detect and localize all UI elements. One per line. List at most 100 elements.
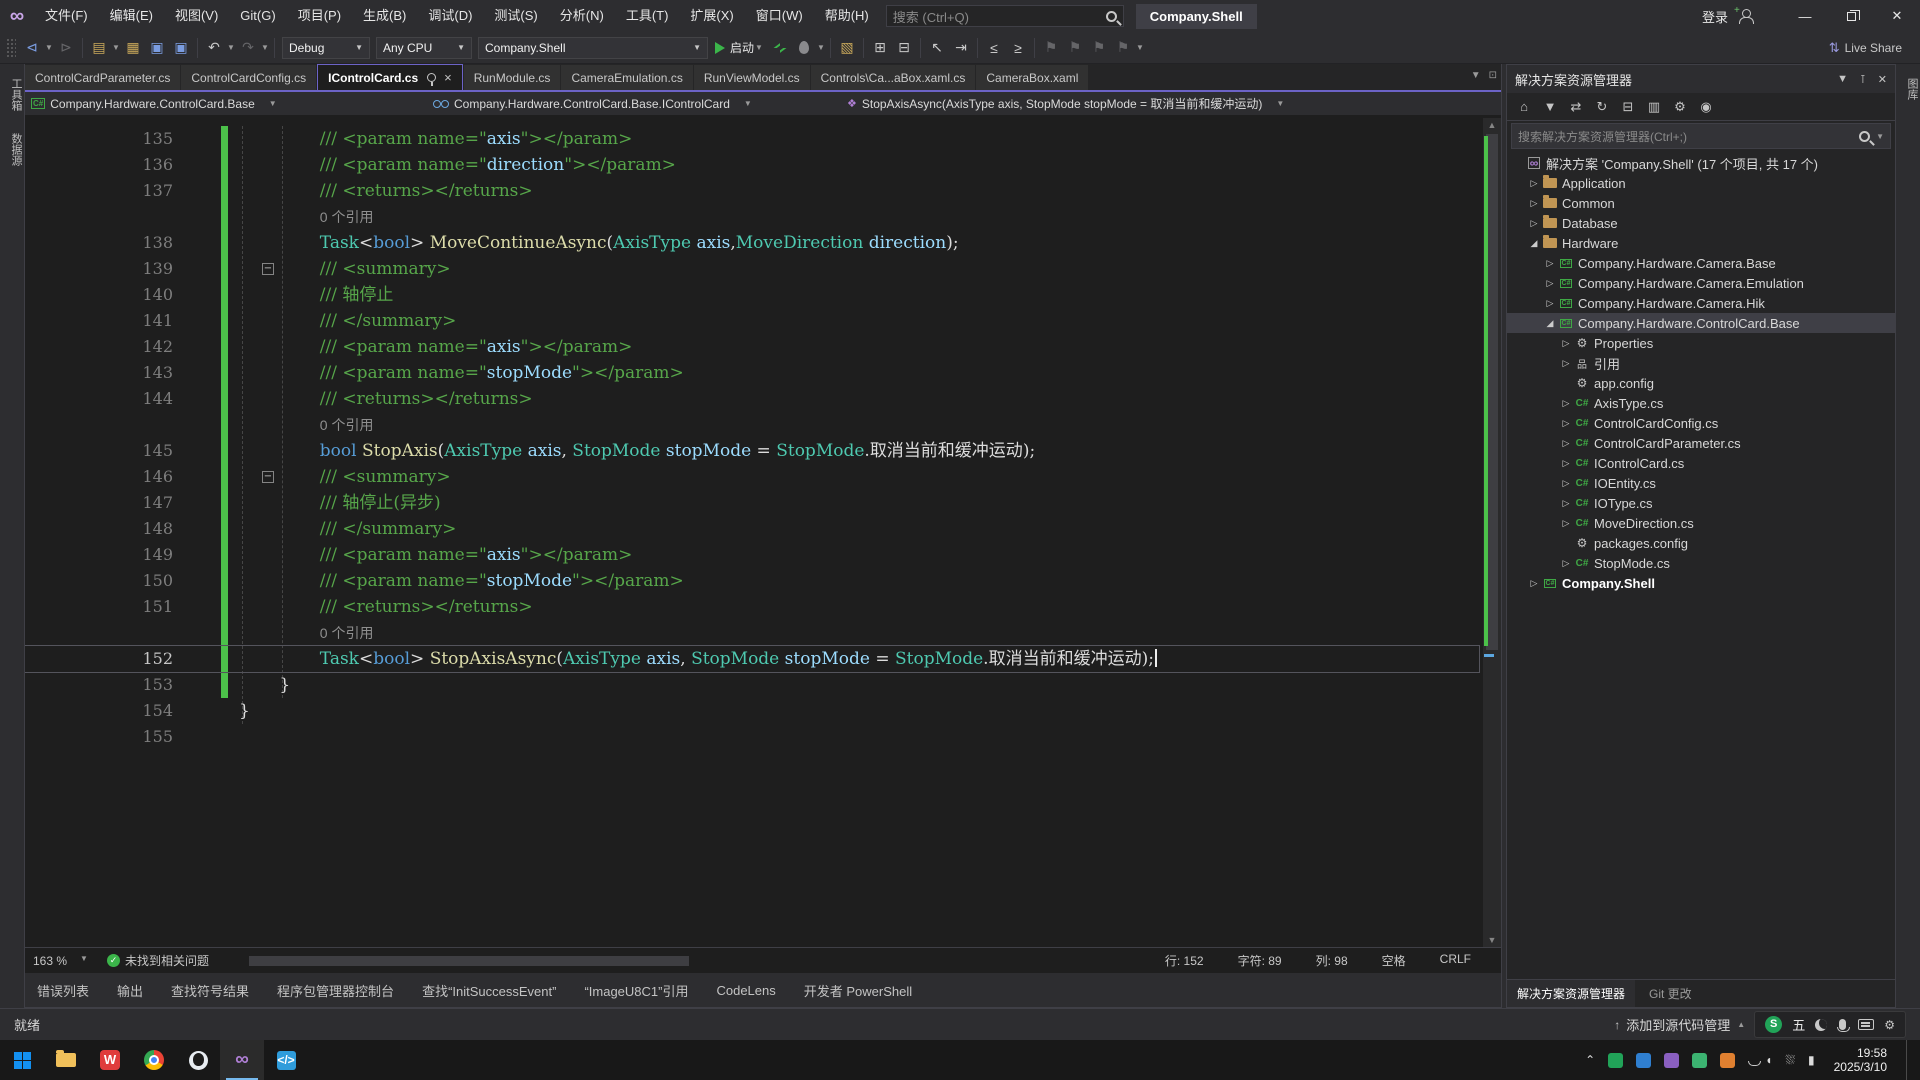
wps-icon[interactable]: W [88,1040,132,1080]
clear-bookmarks-icon[interactable]: ⚑ [1111,36,1135,60]
expander-icon[interactable]: ◢ [1527,238,1541,249]
editor-tab[interactable]: CameraBox.xaml [976,65,1088,90]
code-line[interactable]: 151/// <returns></returns> [25,594,1479,620]
switch-views-icon[interactable]: ⌂ [1513,96,1535,118]
menu-item[interactable]: 扩展(X) [679,0,744,32]
tree-item[interactable]: ▷C#StopMode.cs [1507,553,1895,573]
menu-item[interactable]: 调试(D) [417,0,483,32]
tree-item[interactable]: ∞解决方案 'Company.Shell' (17 个项目, 共 17 个) [1507,153,1895,173]
menu-item[interactable]: 编辑(E) [99,0,164,32]
show-desktop-button[interactable] [1906,1040,1910,1080]
expander-icon[interactable]: ▷ [1559,478,1573,489]
code-line[interactable]: 153} [25,672,1479,698]
tree-item[interactable]: ▷品引用 [1507,353,1895,373]
menu-item[interactable]: 视图(V) [164,0,229,32]
expander-icon[interactable]: ▷ [1527,178,1541,189]
solution-platform-dropdown[interactable]: Any CPU▼ [376,37,472,59]
ime-logo-icon[interactable]: S [1765,1016,1782,1033]
qq-icon[interactable] [176,1040,220,1080]
previous-bookmark-icon[interactable]: ⚑ [1063,36,1087,60]
start-without-debugging-icon[interactable] [774,43,787,53]
ime-keyboard-icon[interactable] [1858,1019,1874,1030]
caret-char-indicator[interactable]: 字符: 89 [1238,952,1282,969]
codelens-row[interactable]: 0 个引用 [25,620,1479,646]
refresh-icon[interactable]: ↻ [1591,96,1613,118]
breadcrumb-segment[interactable]: ❖StopAxisAsync(AxisType axis, StopMode s… [841,92,1501,115]
pointer-mode-icon[interactable]: ↖ [925,36,949,60]
tree-item[interactable]: ⚙app.config [1507,373,1895,393]
tree-item[interactable]: ▷C#Company.Hardware.Camera.Base [1507,253,1895,273]
codelens-row[interactable]: 0 个引用 [25,412,1479,438]
start-debugging-button[interactable]: 启动 ▼ [711,39,768,56]
tree-item[interactable]: ▷C#AxisType.cs [1507,393,1895,413]
panel-tab[interactable]: Git 更改 [1639,980,1702,1007]
menu-item[interactable]: 窗口(W) [745,0,814,32]
save-icon[interactable]: ▣ [145,36,169,60]
caret-line-indicator[interactable]: 行: 152 [1165,952,1204,969]
solution-configuration-dropdown[interactable]: Debug▼ [282,37,370,59]
code-line[interactable]: 140/// 轴停止 [25,282,1479,308]
tree-item[interactable]: ▷C#MoveDirection.cs [1507,513,1895,533]
navigate-forward-icon[interactable]: ⊳ [54,36,78,60]
expander-icon[interactable]: ▷ [1527,198,1541,209]
tree-item[interactable]: ▷C#Company.Hardware.Camera.Emulation [1507,273,1895,293]
start-button[interactable] [0,1040,44,1080]
tray-app1-icon[interactable] [1636,1053,1651,1068]
expander-icon[interactable]: ▷ [1527,218,1541,229]
code-line[interactable]: 146−/// <summary> [25,464,1479,490]
ime-wubi-indicator[interactable]: 五 [1792,1015,1805,1034]
tree-item[interactable]: ▷C#Company.Hardware.Camera.Hik [1507,293,1895,313]
expander-icon[interactable]: ▷ [1559,358,1573,369]
breadcrumb-segment[interactable]: C#Company.Hardware.ControlCard.Base▼ [25,92,427,115]
expander-icon[interactable]: ▷ [1543,258,1557,269]
code-line[interactable]: 147/// 轴停止(异步) [25,490,1479,516]
tool-window-tab[interactable]: “ImageU8C1”引用 [584,981,688,1000]
editor-tab[interactable]: RunModule.cs [464,65,561,90]
tree-item[interactable]: ▷Application [1507,173,1895,193]
tray-app4-icon[interactable] [1720,1053,1735,1068]
line-ending-indicator[interactable]: CRLF [1440,952,1471,969]
navigate-back-dropdown-icon[interactable]: ▼ [44,43,54,52]
menu-item[interactable]: 生成(B) [352,0,417,32]
network-icon[interactable]: ⛆ [1785,1053,1795,1068]
tray-app3-icon[interactable] [1692,1053,1707,1068]
pin-icon[interactable] [427,73,436,82]
editor-horizontal-scrollbar[interactable] [249,956,689,966]
code-editor[interactable]: 135/// <param name="axis"></param>136///… [25,118,1501,947]
code-health-text[interactable]: 未找到相关问题 [125,952,209,969]
code-line[interactable]: 144/// <returns></returns> [25,386,1479,412]
expander-icon[interactable]: ▷ [1559,438,1573,449]
expander-icon[interactable]: ▷ [1559,498,1573,509]
preview-selected-items-icon[interactable]: ◉ [1695,96,1717,118]
tree-item[interactable]: ⚙packages.config [1507,533,1895,553]
tree-item[interactable]: ▷C#ControlCardConfig.cs [1507,413,1895,433]
expander-icon[interactable]: ◢ [1543,318,1557,329]
toggle-bookmark-icon[interactable]: ⚑ [1039,36,1063,60]
tray-expand-icon[interactable]: ⌃ [1585,1053,1595,1067]
editor-tab[interactable]: RunViewModel.cs [694,65,810,90]
editor-tab[interactable]: ControlCardParameter.cs [25,65,180,90]
new-window-icon[interactable]: ⊞ [868,36,892,60]
window-position-icon[interactable]: ▼ [1837,73,1848,86]
tool-window-tab[interactable]: 程序包管理器控制台 [277,981,394,1000]
restore-button[interactable] [1828,0,1874,32]
ime-mic-icon[interactable] [1839,1019,1846,1030]
new-project-dropdown-icon[interactable]: ▼ [111,43,121,52]
dock-tab[interactable]: 数据源 [0,125,24,174]
tool-window-tab[interactable]: 输出 [117,981,143,1000]
sign-in-button[interactable]: 登录 [1694,7,1736,26]
code-line[interactable]: 145bool StopAxis(AxisType axis, StopMode… [25,438,1479,464]
vscode-taskbar-icon[interactable]: </> [264,1040,308,1080]
save-all-icon[interactable]: ▣ [169,36,193,60]
float-window-icon[interactable]: ⊡ [1489,70,1497,81]
menu-item[interactable]: 分析(N) [549,0,615,32]
zoom-level-dropdown[interactable]: 163 % ▼ [25,954,97,968]
live-share-button[interactable]: ⇅ Live Share [1829,40,1902,56]
close-button[interactable]: ✕ [1874,0,1920,32]
active-files-dropdown-icon[interactable]: ▼ [1471,70,1481,81]
tree-item[interactable]: ▷C#ControlCardParameter.cs [1507,433,1895,453]
expander-icon[interactable]: ▷ [1559,458,1573,469]
code-line[interactable]: 150/// <param name="stopMode"></param> [25,568,1479,594]
ime-settings-icon[interactable]: ⚙ [1884,1018,1895,1032]
taskbar-clock[interactable]: 19:58 2025/3/10 [1828,1046,1887,1074]
